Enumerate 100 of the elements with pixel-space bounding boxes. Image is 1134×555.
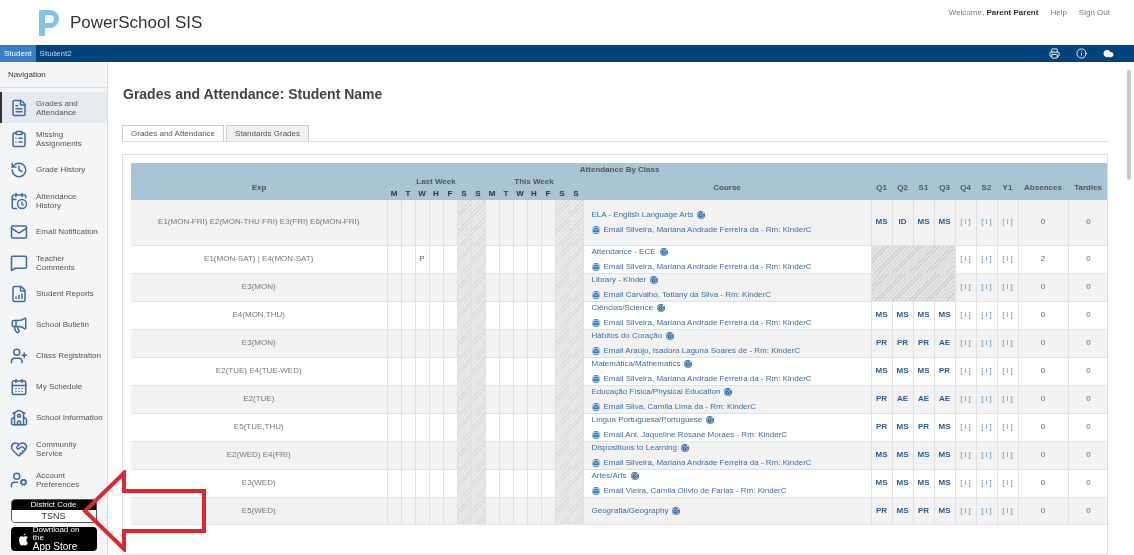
grade-link[interactable]: [ i ] [981, 505, 992, 515]
teacher-email-link[interactable]: Email Silveira, Mariana Andrade Ferreira da - Rm: KinderC [603, 456, 812, 469]
mail-icon[interactable] [591, 430, 600, 439]
grade-link[interactable]: PR [875, 422, 888, 431]
nav-item[interactable]: Teacher Comments [0, 247, 107, 278]
grade-link[interactable]: [ i ] [1002, 450, 1013, 459]
course-link[interactable]: Geografia/Geography [591, 504, 669, 517]
grade-link[interactable]: [ i ] [960, 282, 971, 291]
grade-link[interactable]: MS [896, 450, 909, 459]
grade-link[interactable]: MS [917, 450, 930, 459]
print-icon[interactable] [1049, 48, 1060, 59]
grade-link[interactable]: [ i ] [981, 478, 992, 487]
external-link-icon[interactable] [666, 331, 675, 340]
grade-link[interactable]: PR [875, 338, 888, 347]
grade-link[interactable]: MS [875, 450, 888, 459]
grade-link[interactable]: MS [896, 478, 909, 487]
grade-link[interactable]: AE [917, 394, 930, 403]
grade-link[interactable]: MS [896, 366, 909, 375]
grade-link[interactable]: [ i ] [1002, 422, 1013, 431]
grade-link[interactable]: MS [896, 505, 909, 515]
grade-link[interactable]: AE [938, 394, 951, 403]
course-link[interactable]: Matemática/Mathematics [591, 357, 681, 370]
grade-link[interactable]: [ i ] [981, 450, 992, 459]
nav-item[interactable]: Missing Assignments [0, 123, 107, 154]
grade-link[interactable]: [ i ] [1002, 217, 1013, 227]
grade-link[interactable]: PR [938, 366, 951, 375]
grade-link[interactable]: [ i ] [960, 310, 971, 319]
nav-item[interactable]: Grades and Attendance [0, 92, 107, 123]
teacher-email-link[interactable]: Email Silveira, Mariana Andrade Ferreira da - Rm: KinderC [603, 372, 812, 385]
nav-item[interactable]: Account Preferences [0, 464, 107, 495]
external-link-icon[interactable] [680, 443, 689, 452]
teacher-email-link[interactable]: Email Silva, Camila Lima da - Rm: KinderC [603, 400, 756, 413]
grade-link[interactable]: [ i ] [1002, 338, 1013, 347]
grade-link[interactable]: PR [917, 422, 930, 431]
grade-link[interactable]: ID [898, 217, 907, 227]
header-link[interactable]: Help [1050, 6, 1067, 19]
external-link-icon[interactable] [724, 387, 733, 396]
external-link-icon[interactable] [659, 247, 668, 256]
grade-link[interactable]: [ i ] [960, 450, 971, 459]
course-link[interactable]: Artes/Arts [591, 469, 627, 482]
course-link[interactable]: Língua Portuguesa/Portuguese [591, 413, 703, 426]
external-link-icon[interactable] [697, 210, 706, 219]
grade-link[interactable]: MS [938, 478, 951, 487]
course-link[interactable]: Hábitos do Coração [591, 329, 663, 342]
grade-link[interactable]: [ i ] [960, 254, 971, 263]
nav-item[interactable]: Attendance History [0, 185, 107, 216]
grade-link[interactable]: [ i ] [981, 394, 992, 403]
external-link-icon[interactable] [630, 471, 639, 480]
nav-item[interactable]: Email Notification [0, 216, 107, 247]
mail-icon[interactable] [591, 374, 600, 383]
grade-link[interactable]: MS [917, 478, 930, 487]
grade-link[interactable]: PR [875, 394, 888, 403]
grade-link[interactable]: [ i ] [1002, 254, 1013, 263]
grade-link[interactable]: MS [896, 422, 909, 431]
grade-link[interactable]: MS [917, 310, 930, 319]
external-link-icon[interactable] [672, 506, 681, 515]
grade-link[interactable]: [ i ] [981, 254, 992, 263]
grade-link[interactable]: [ i ] [960, 366, 971, 375]
grade-link[interactable]: MS [875, 310, 888, 319]
grade-link[interactable]: [ i ] [960, 505, 971, 515]
teacher-email-link[interactable]: Email Ani, Jaqueline Rosane Moraes - Rm: KinderC [603, 428, 788, 441]
teacher-email-link[interactable]: Email Araújo, Isadora Laguna Soares de - Rm: KinderC [603, 344, 801, 357]
external-link-icon[interactable] [656, 303, 665, 312]
teacher-email-link[interactable]: Email Silveira, Mariana Andrade Ferreira da - Rm: KinderC [603, 223, 812, 236]
grade-link[interactable]: [ i ] [1002, 394, 1013, 403]
grade-link[interactable]: MS [917, 366, 930, 375]
grade-link[interactable]: MS [875, 217, 888, 227]
course-link[interactable]: ELA - English Language Arts [591, 208, 694, 221]
mail-icon[interactable] [591, 486, 600, 495]
grade-link[interactable]: [ i ] [1002, 282, 1013, 291]
grade-link[interactable]: PR [896, 338, 909, 347]
teacher-email-link[interactable]: Email Silveira, Mariana Andrade Ferreira da - Rm: KinderC [603, 260, 812, 273]
nav-item[interactable]: Class Registration [0, 340, 107, 371]
cloud-icon[interactable] [1103, 48, 1114, 59]
grade-link[interactable]: [ i ] [981, 282, 992, 291]
info-icon[interactable] [1076, 48, 1087, 59]
grade-link[interactable]: MS [938, 505, 951, 515]
nav-item[interactable]: School Bulletin [0, 309, 107, 340]
nav-item[interactable]: Student Reports [0, 278, 107, 309]
grade-link[interactable]: MS [938, 310, 951, 319]
grade-link[interactable]: MS [917, 217, 930, 227]
grade-link[interactable]: PR [917, 505, 930, 515]
nav-item[interactable]: School Information [0, 402, 107, 433]
nav-item[interactable]: My Schedule [0, 371, 107, 402]
app-store-badge[interactable]: Download on the App Store [10, 527, 97, 551]
course-link[interactable]: Attendance - ECE [591, 245, 656, 258]
header-link[interactable]: Sign Out [1078, 6, 1110, 19]
nav-item[interactable]: Grade History [0, 154, 107, 185]
grade-link[interactable]: [ i ] [960, 217, 971, 227]
grade-link[interactable]: [ i ] [960, 478, 971, 487]
grade-link[interactable]: [ i ] [981, 422, 992, 431]
teacher-email-link[interactable]: Email Carvalho, Tatiany da Silva - Rm: KinderC [603, 288, 771, 301]
mail-icon[interactable] [591, 458, 600, 467]
external-link-icon[interactable] [684, 359, 693, 368]
grade-link[interactable]: [ i ] [960, 338, 971, 347]
page-tab[interactable]: Standards Grades [226, 125, 309, 141]
grade-link[interactable]: MS [875, 478, 888, 487]
external-link-icon[interactable] [706, 415, 715, 424]
mail-icon[interactable] [591, 402, 600, 411]
course-link[interactable]: Dispositions to Learning [591, 441, 677, 454]
